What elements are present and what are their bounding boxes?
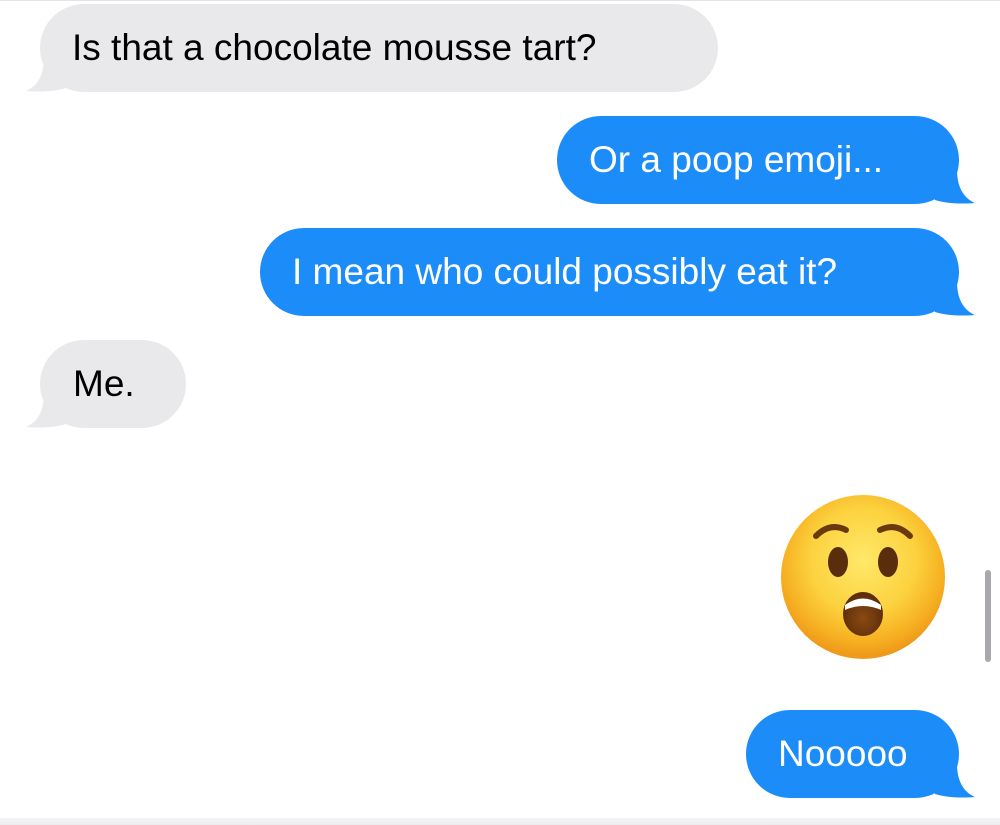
message-text: Or a poop emoji... [589,139,884,180]
bubble-tail [935,764,975,798]
bubble-tail [935,282,975,316]
message-text: Me. [73,363,135,404]
received-message-bubble[interactable]: Me. [26,340,186,428]
message-text: I mean who could possibly eat it? [292,251,838,292]
scrollbar[interactable] [985,570,991,662]
bubble-tail [26,394,66,428]
message-text: Is that a chocolate mousse tart? [72,27,597,68]
bubble-tail [935,170,975,204]
bottom-edge [0,818,1000,825]
top-divider [0,0,1000,1]
astonished-face-emoji-icon[interactable] [778,492,948,662]
bubble-tail [26,58,66,92]
messages-screen: Is that a chocolate mousse tart? Or a po… [0,0,1000,825]
sent-message-bubble[interactable]: Nooooo [746,710,975,798]
sent-message-bubble[interactable]: I mean who could possibly eat it? [260,228,975,316]
message-text: Nooooo [778,733,908,774]
sent-message-bubble[interactable]: Or a poop emoji... [557,116,975,204]
received-message-bubble[interactable]: Is that a chocolate mousse tart? [26,4,718,92]
